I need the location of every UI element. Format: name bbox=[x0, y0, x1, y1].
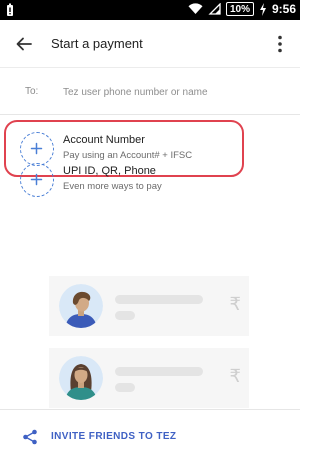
person-avatar-icon bbox=[59, 356, 103, 400]
share-icon bbox=[23, 429, 37, 445]
contact-placeholder-card: ₹ bbox=[49, 276, 249, 336]
detail-placeholder bbox=[115, 383, 135, 392]
detail-placeholder bbox=[115, 311, 135, 320]
option-subtitle: Even more ways to pay bbox=[63, 181, 162, 192]
invite-friends-button[interactable]: INVITE FRIENDS TO TEZ bbox=[0, 409, 300, 461]
name-placeholder bbox=[115, 367, 203, 376]
status-icons: 10% 9:56 bbox=[188, 2, 296, 16]
charging-icon bbox=[259, 2, 266, 16]
page-title: Start a payment bbox=[51, 36, 143, 51]
upi-qr-phone-option[interactable]: UPI ID, QR, Phone Even more ways to pay bbox=[0, 156, 300, 206]
option-title: UPI ID, QR, Phone bbox=[63, 165, 156, 177]
contact-placeholder-card: ₹ bbox=[49, 348, 249, 408]
person-avatar-icon bbox=[59, 284, 103, 328]
battery-alert-icon bbox=[7, 3, 13, 16]
add-circle-icon bbox=[20, 163, 54, 197]
app-bar: Start a payment bbox=[0, 20, 300, 68]
status-bar: 10% 9:56 bbox=[0, 0, 300, 20]
battery-percent: 10% bbox=[225, 2, 254, 16]
name-placeholder bbox=[115, 295, 203, 304]
rupee-icon: ₹ bbox=[229, 366, 241, 387]
recipient-input[interactable] bbox=[63, 83, 283, 101]
back-arrow-icon[interactable] bbox=[12, 32, 36, 56]
invite-label: INVITE FRIENDS TO TEZ bbox=[51, 431, 177, 442]
signal-icon bbox=[208, 3, 221, 15]
wifi-icon bbox=[188, 3, 203, 14]
more-options-icon[interactable] bbox=[268, 32, 292, 56]
rupee-icon: ₹ bbox=[229, 294, 241, 315]
clock: 9:56 bbox=[271, 2, 296, 16]
to-label: To: bbox=[25, 86, 39, 97]
recipient-row: To: bbox=[0, 69, 300, 115]
